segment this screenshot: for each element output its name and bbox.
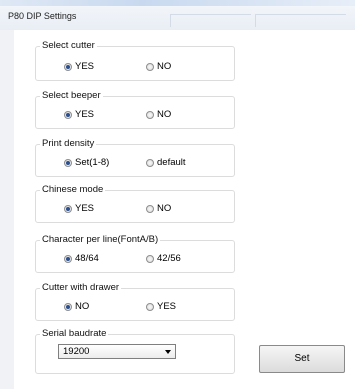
radio-unselected-icon <box>146 302 154 311</box>
radio-selected-icon <box>64 254 72 263</box>
radio-label: YES <box>75 61 95 72</box>
radio-label: 48/64 <box>75 253 99 264</box>
group-legend: Serial baudrate <box>40 328 109 339</box>
group-select-beeper: Select beeper YES NO <box>35 90 235 129</box>
radio-selected-icon <box>64 158 72 167</box>
group-legend: Character per line(FontA/B) <box>40 234 161 245</box>
radio-label: 42/56 <box>157 253 181 264</box>
baudrate-select[interactable]: 19200 <box>58 344 176 359</box>
dropdown-arrow-icon[interactable] <box>165 350 171 354</box>
group-cutter-with-drawer: Cutter with drawer NO YES <box>35 282 235 321</box>
radio-selected-icon <box>64 62 72 71</box>
group-legend: Chinese mode <box>40 184 106 195</box>
title-bar-strip <box>0 0 355 6</box>
title-bar[interactable]: P80 DIP Settings <box>0 0 355 30</box>
dip-settings-window: P80 DIP Settings Select cutter YES NO Se… <box>0 0 355 389</box>
group-character-per-line: Character per line(FontA/B) 48/64 42/56 <box>35 234 235 273</box>
title-bar-panel-right <box>255 14 346 27</box>
group-chinese-mode: Chinese mode YES NO <box>35 184 235 223</box>
radio-cutter-yes[interactable]: YES <box>64 61 94 72</box>
group-legend: Select beeper <box>40 90 103 101</box>
radio-chinese-yes[interactable]: YES <box>64 203 94 214</box>
radio-label: NO <box>157 109 172 120</box>
radio-label: NO <box>157 203 172 214</box>
radio-unselected-icon <box>146 254 154 263</box>
radio-label: YES <box>75 109 95 120</box>
radio-beeper-yes[interactable]: YES <box>64 109 94 120</box>
radio-label: YES <box>75 203 95 214</box>
radio-label: NO <box>75 301 90 312</box>
group-serial-baudrate: Serial baudrate 19200 <box>35 328 235 374</box>
radio-chinese-no[interactable]: NO <box>146 203 171 214</box>
baudrate-value: 19200 <box>63 346 90 357</box>
radio-label: YES <box>157 301 177 312</box>
radio-unselected-icon <box>146 110 154 119</box>
window-title: P80 DIP Settings <box>8 11 77 21</box>
radio-density-set[interactable]: Set(1-8) <box>64 157 109 168</box>
radio-beeper-no[interactable]: NO <box>146 109 171 120</box>
radio-cpl-42-56[interactable]: 42/56 <box>146 253 181 264</box>
radio-label: NO <box>157 61 172 72</box>
radio-unselected-icon <box>146 204 154 213</box>
radio-selected-icon <box>64 302 72 311</box>
radio-selected-icon <box>64 204 72 213</box>
radio-density-default[interactable]: default <box>146 157 186 168</box>
radio-label: Set(1-8) <box>75 157 110 168</box>
radio-selected-icon <box>64 110 72 119</box>
group-select-cutter: Select cutter YES NO <box>35 40 235 81</box>
radio-label: default <box>157 157 186 168</box>
radio-cutter-no[interactable]: NO <box>146 61 171 72</box>
window-left-edge <box>0 30 14 389</box>
group-legend: Select cutter <box>40 40 97 51</box>
set-button[interactable]: Set <box>259 345 345 373</box>
group-legend: Print density <box>40 138 97 149</box>
radio-cpl-48-64[interactable]: 48/64 <box>64 253 99 264</box>
radio-drawer-no[interactable]: NO <box>64 301 89 312</box>
group-legend: Cutter with drawer <box>40 282 122 293</box>
radio-unselected-icon <box>146 62 154 71</box>
radio-unselected-icon <box>146 158 154 167</box>
group-print-density: Print density Set(1-8) default <box>35 138 235 177</box>
radio-drawer-yes[interactable]: YES <box>146 301 176 312</box>
title-bar-panel-left <box>170 14 251 27</box>
